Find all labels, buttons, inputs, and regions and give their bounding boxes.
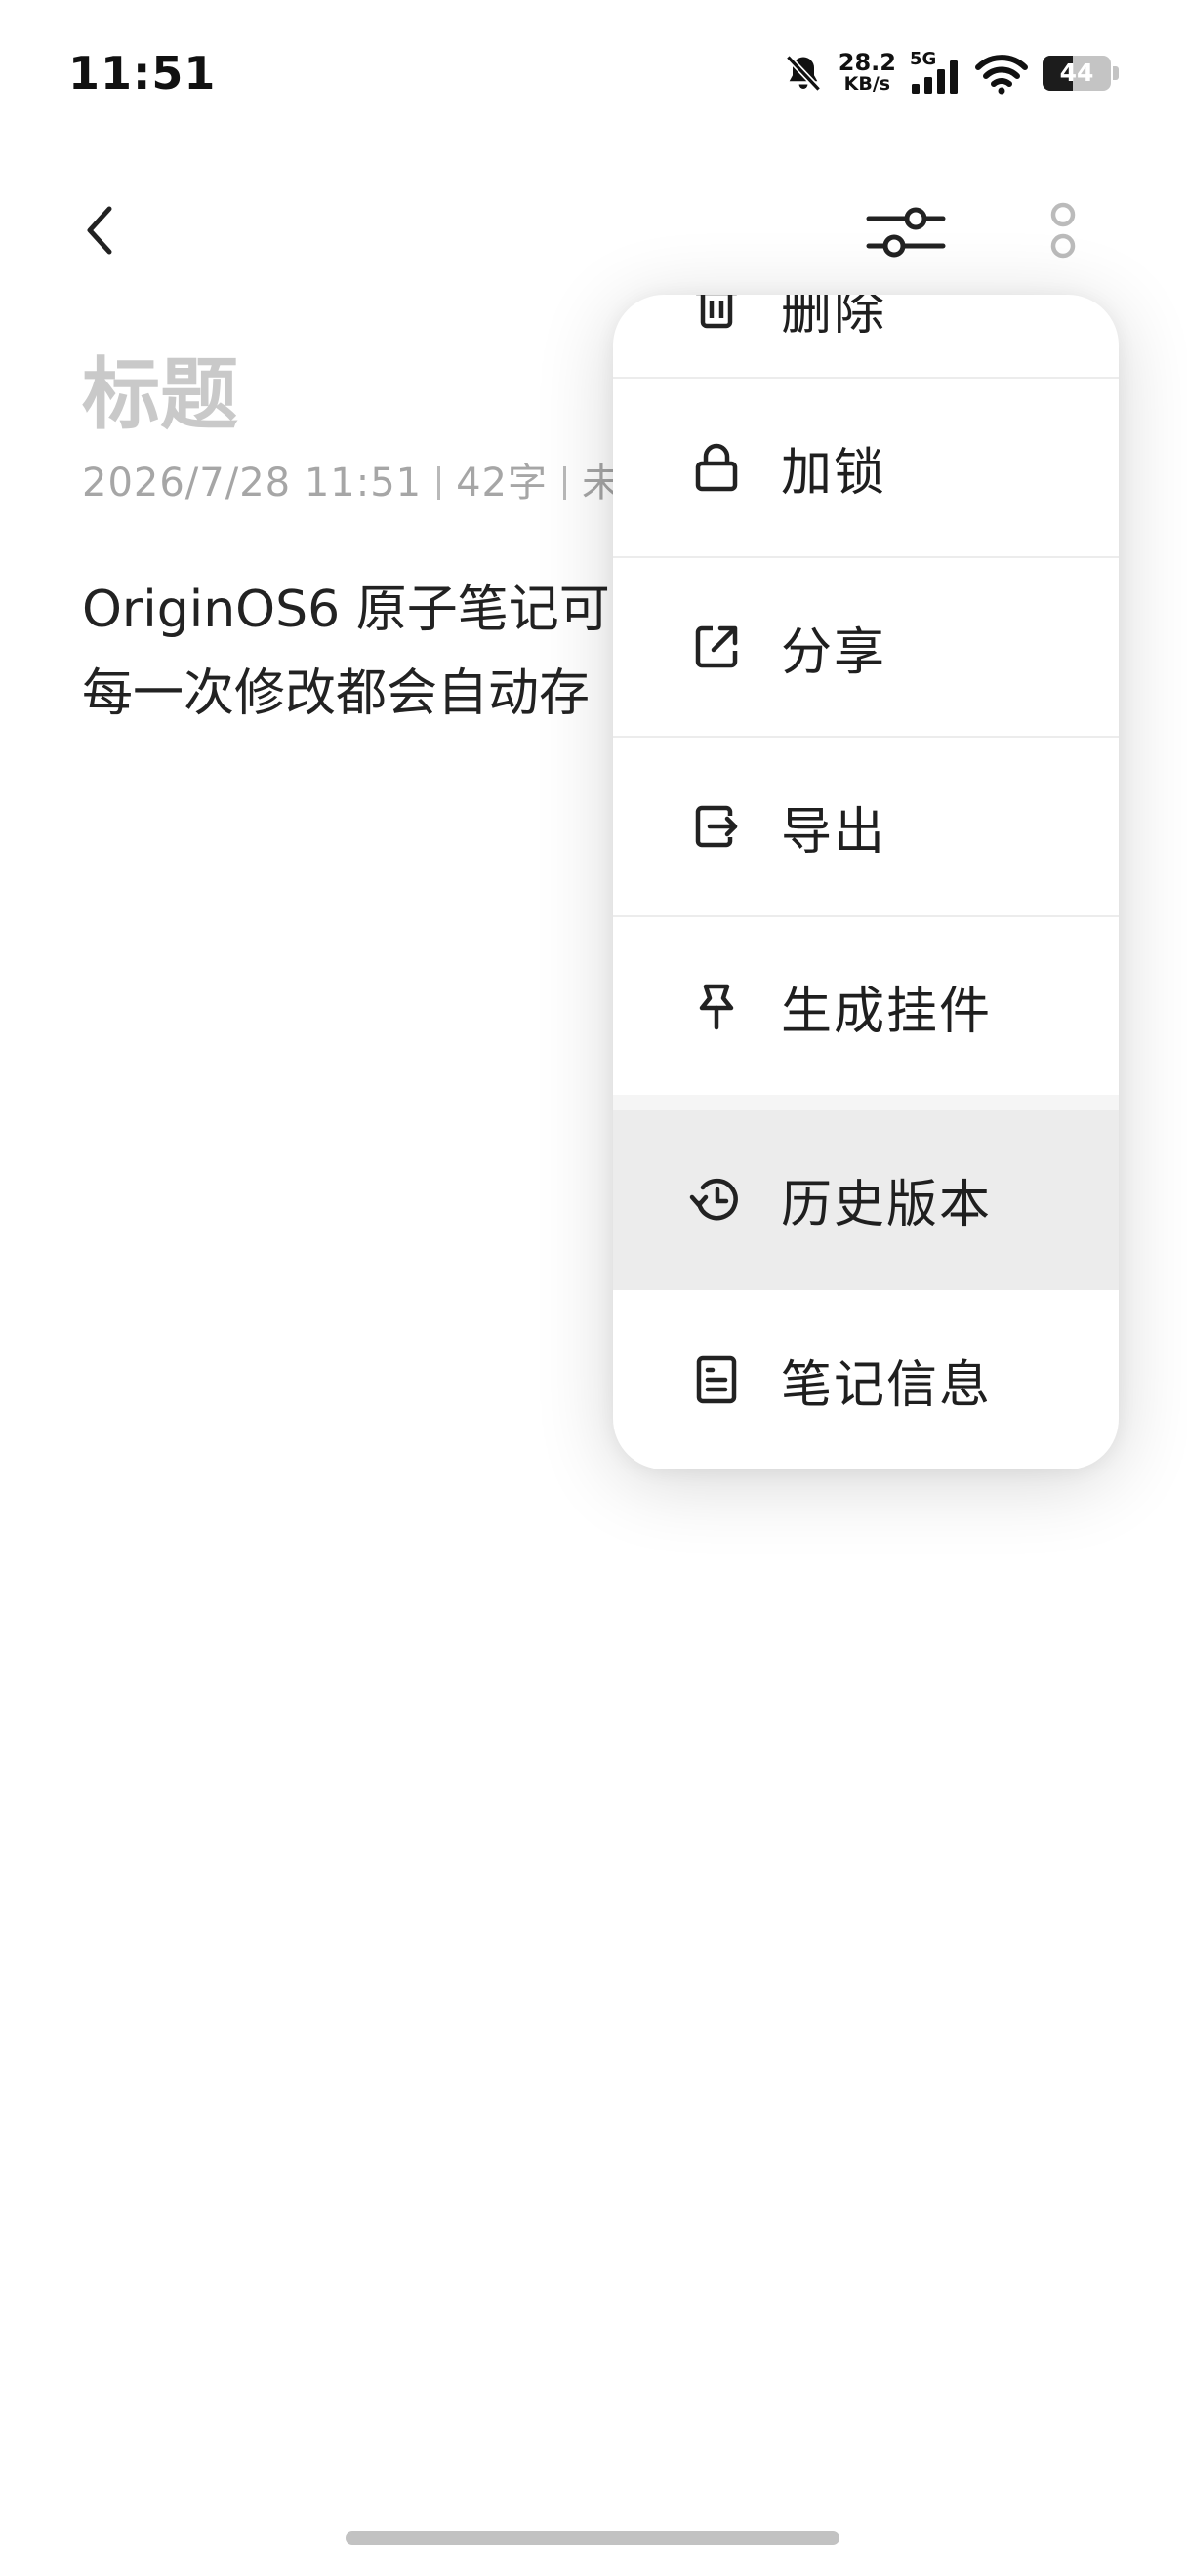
menu-item-history-versions[interactable]: 历史版本 — [613, 1110, 1119, 1288]
net-speed-unit: KB/s — [843, 73, 891, 95]
export-icon — [695, 805, 738, 848]
menu-item-label: 加锁 — [781, 443, 887, 503]
note-title-input[interactable]: 标题 — [82, 332, 238, 445]
share-icon — [695, 625, 738, 668]
net-speed-value: 28.2 — [838, 49, 896, 76]
chevron-left-icon — [87, 206, 112, 255]
battery-icon: 44 — [1043, 56, 1111, 91]
menu-item-label: 删除 — [781, 295, 887, 342]
history-icon — [689, 1178, 738, 1221]
more-options-menu: 删除 加锁 分享 导出 生成挂件 历史版本 笔记信息 — [613, 295, 1119, 1469]
menu-item-lock[interactable]: 加锁 — [613, 379, 1119, 556]
bell-muted-icon — [785, 55, 821, 92]
home-indicator[interactable] — [346, 2531, 839, 2545]
sliders-icon — [866, 207, 946, 258]
status-bar: 11:51 28.2 KB/s 5G 44 — [0, 0, 1187, 146]
battery-tip — [1113, 66, 1119, 80]
format-button[interactable] — [859, 195, 953, 269]
menu-item-label: 生成挂件 — [781, 982, 993, 1041]
more-button[interactable] — [1029, 195, 1097, 273]
menu-item-export[interactable]: 导出 — [613, 738, 1119, 915]
note-info-icon — [696, 1355, 737, 1404]
menu-item-delete[interactable]: 删除 — [613, 295, 1119, 377]
menu-group-gap — [613, 1095, 1119, 1110]
menu-item-label: 分享 — [781, 623, 887, 682]
note-word-count: 42字 — [456, 461, 548, 505]
back-button[interactable] — [70, 195, 129, 265]
status-time: 11:51 — [68, 47, 217, 100]
menu-item-label: 笔记信息 — [781, 1355, 993, 1415]
lock-icon — [695, 443, 738, 492]
menu-item-note-info[interactable]: 笔记信息 — [613, 1290, 1119, 1469]
meta-separator — [563, 466, 566, 500]
pin-icon — [699, 984, 734, 1030]
cellular-signal: 5G — [910, 49, 961, 96]
status-icons: 28.2 KB/s 5G 44 — [782, 49, 1119, 98]
net-speed: 28.2 KB/s — [838, 49, 896, 95]
trash-icon — [695, 295, 738, 329]
menu-item-label: 导出 — [781, 802, 887, 862]
note-meta: 2026/7/28 11:51 42字未 — [82, 451, 622, 507]
menu-item-label: 历史版本 — [781, 1175, 993, 1234]
more-vertical-icon — [1050, 202, 1076, 259]
meta-separator — [437, 466, 441, 500]
wifi-icon — [975, 55, 1028, 95]
battery-level: 44 — [1059, 59, 1094, 87]
signal-bars-icon — [912, 60, 958, 94]
menu-item-create-widget[interactable]: 生成挂件 — [613, 917, 1119, 1095]
menu-item-share[interactable]: 分享 — [613, 558, 1119, 736]
note-date: 2026/7/28 11:51 — [82, 461, 423, 505]
